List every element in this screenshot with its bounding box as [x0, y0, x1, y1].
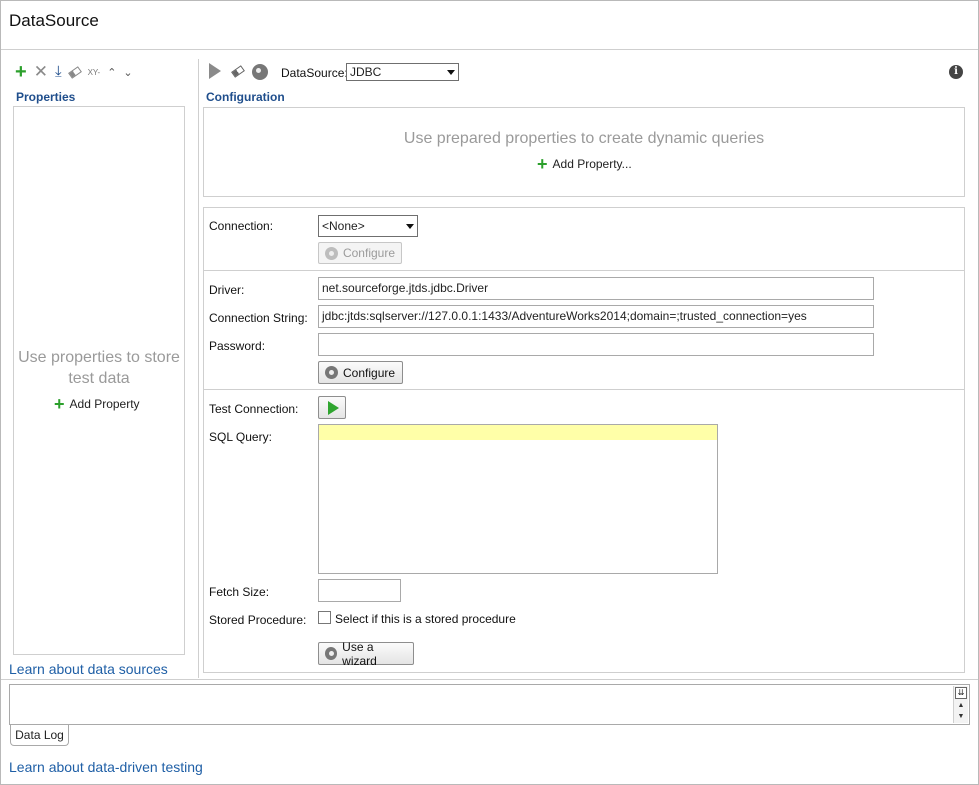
move-down-icon[interactable]: ⌄ — [123, 66, 132, 79]
configuration-title: Configuration — [206, 90, 285, 104]
xy-icon[interactable]: XY- — [88, 68, 101, 77]
add-icon[interactable]: + — [15, 62, 27, 82]
connection-configure-label: Configure — [342, 246, 395, 260]
chevron-down-icon — [406, 223, 414, 229]
data-log-scrollbar[interactable]: ⇊ ▲ ▼ — [953, 686, 968, 723]
scroll-down-icon[interactable]: ▼ — [954, 711, 968, 722]
title-divider — [1, 49, 978, 50]
add-prepared-property-link[interactable]: + Add Property... — [537, 154, 632, 174]
use-wizard-button[interactable]: Use a wizard — [318, 639, 414, 668]
driver-field[interactable]: net.sourceforge.jtds.jdbc.Driver — [318, 277, 874, 300]
expand-icon[interactable]: ⇊ — [955, 687, 967, 699]
download-icon[interactable]: ⤓ — [55, 63, 62, 81]
add-icon: + — [54, 394, 65, 414]
add-property-label: Add Property — [69, 397, 140, 411]
password-configure-label: Configure — [343, 365, 396, 380]
move-up-icon[interactable]: ⌃ — [107, 66, 116, 79]
use-wizard-label: Use a wizard — [342, 639, 377, 668]
password-field[interactable] — [318, 333, 874, 356]
datasource-type-select[interactable]: JDBC — [346, 63, 459, 81]
sql-query-current-line — [319, 425, 717, 440]
properties-empty-text: Use properties to store test data — [18, 349, 180, 387]
connection-select[interactable]: <None> — [318, 215, 418, 237]
play-icon — [327, 400, 339, 415]
connection-divider — [204, 270, 964, 271]
learn-data-driven-testing-link[interactable]: Learn about data-driven testing — [9, 759, 203, 775]
eraser-icon[interactable] — [67, 65, 82, 79]
window-title: DataSource — [9, 11, 99, 30]
fetch-size-label: Fetch Size: — [209, 585, 270, 599]
connection-string-label: Connection String: — [209, 311, 308, 325]
driver-label: Driver: — [209, 283, 245, 297]
connection-value: <None> — [322, 219, 365, 233]
test-connection-button[interactable] — [318, 396, 346, 419]
add-icon: + — [537, 154, 548, 174]
password-label: Password: — [209, 339, 266, 353]
add-property-link[interactable]: + Add Property — [54, 394, 140, 414]
gear-icon — [325, 246, 338, 260]
properties-title: Properties — [16, 90, 76, 104]
connection-configure-button[interactable]: Configure — [318, 242, 402, 264]
datasource-type-value: JDBC — [350, 65, 382, 79]
stored-procedure-label: Stored Procedure: — [209, 613, 307, 627]
run-icon[interactable] — [209, 63, 221, 79]
add-prepared-property-label: Add Property... — [552, 157, 632, 171]
connection-string-field[interactable]: jdbc:jtds:sqlserver://127.0.0.1:1433/Adv… — [318, 305, 874, 328]
datasource-type-label: DataSource: — [281, 66, 348, 80]
connection-label: Connection: — [209, 219, 274, 233]
test-connection-label: Test Connection: — [209, 402, 299, 416]
scroll-up-icon[interactable]: ▲ — [954, 700, 968, 711]
sql-query-label: SQL Query: — [209, 430, 272, 444]
fetch-size-field[interactable] — [318, 579, 401, 602]
delete-icon[interactable]: ✕ — [34, 63, 48, 81]
prepared-properties-panel: Use prepared properties to create dynami… — [203, 107, 965, 197]
password-configure-button[interactable]: Configure — [318, 361, 403, 384]
gear-icon — [325, 647, 338, 660]
properties-panel[interactable]: Use properties to store test data + Add … — [13, 106, 185, 655]
data-log-panel[interactable]: ⇊ ▲ ▼ — [9, 684, 970, 725]
learn-data-sources-link[interactable]: Learn about data sources — [9, 661, 168, 677]
tab-data-log[interactable]: Data Log — [10, 725, 69, 746]
sql-query-editor[interactable] — [318, 424, 718, 574]
settings-icon[interactable] — [252, 64, 268, 83]
gear-icon — [325, 366, 338, 379]
info-icon[interactable]: i — [949, 65, 963, 79]
log-divider — [1, 679, 978, 680]
panel-divider[interactable] — [198, 59, 199, 678]
password-divider — [204, 389, 964, 390]
prepared-properties-text: Use prepared properties to create dynami… — [403, 130, 765, 147]
stored-procedure-checkbox[interactable] — [318, 611, 331, 624]
data-log-tab-label: Data Log — [15, 728, 64, 742]
chevron-down-icon — [447, 69, 455, 75]
properties-toolbar: + ✕ ⤓ XY- ⌃ ⌄ — [15, 62, 133, 82]
stored-procedure-checkbox-label[interactable]: Select if this is a stored procedure — [335, 612, 516, 626]
